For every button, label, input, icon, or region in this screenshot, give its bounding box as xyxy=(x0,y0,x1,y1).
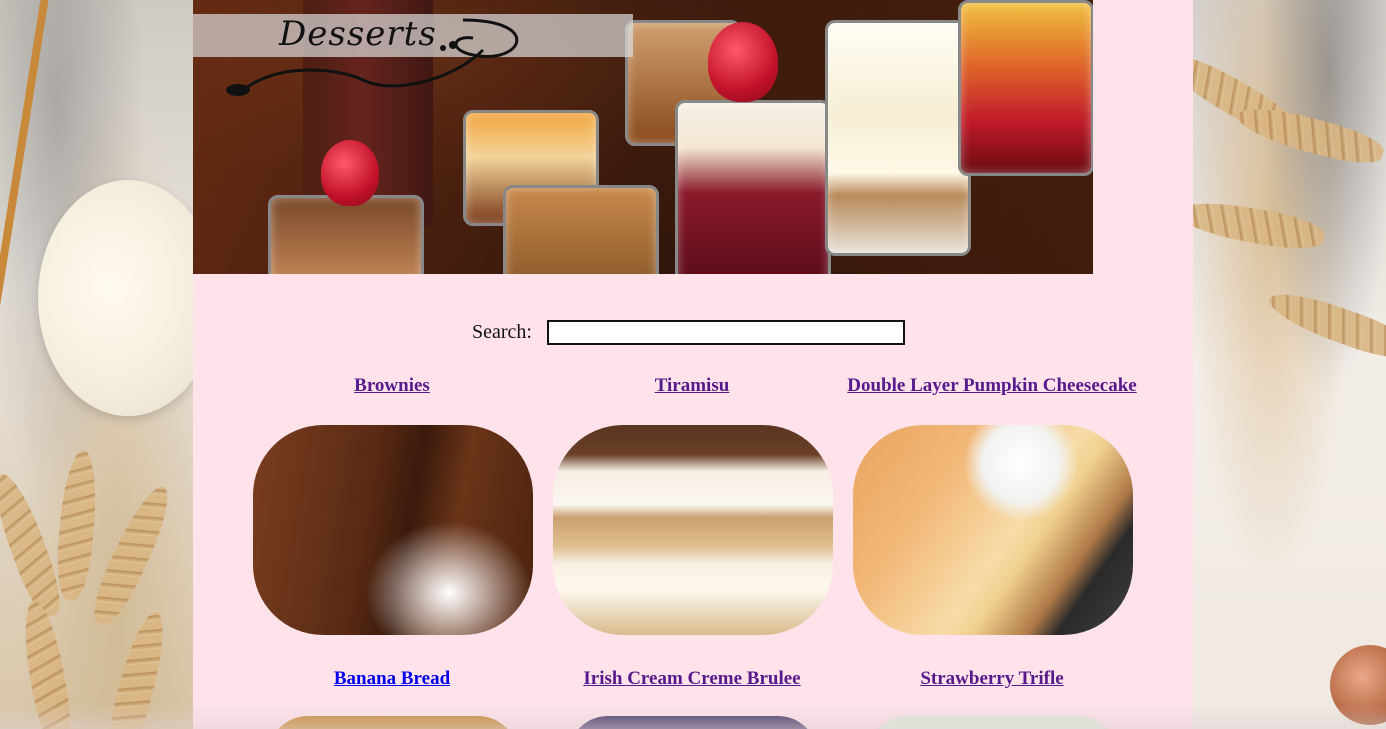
dessert-cup-graphic xyxy=(675,100,831,274)
brownies-image[interactable] xyxy=(253,425,533,635)
dessert-cup-graphic xyxy=(268,195,424,274)
dessert-cup-graphic xyxy=(825,20,971,256)
background-right-flour-wheat xyxy=(1193,0,1386,729)
dessert-link-tiramisu[interactable]: Tiramisu xyxy=(542,375,842,397)
dessert-cup-graphic xyxy=(958,0,1093,176)
search-label: Search: xyxy=(472,320,532,343)
wheat-decoration xyxy=(1233,99,1386,171)
search-input[interactable] xyxy=(546,319,905,345)
strawberry-trifle-image[interactable] xyxy=(868,716,1118,729)
background-left-flour-wheat xyxy=(0,0,193,729)
dessert-link-pumpkin-cheesecake[interactable]: Double Layer Pumpkin Cheesecake xyxy=(842,375,1142,397)
wheat-decoration xyxy=(1193,195,1327,255)
wheat-decoration xyxy=(84,479,180,631)
page-title: Desserts xyxy=(279,14,437,54)
creme-brulee-image[interactable] xyxy=(568,716,818,729)
dessert-link-creme-brulee[interactable]: Irish Cream Creme Brulee xyxy=(542,668,842,690)
search-row: Search: xyxy=(472,318,905,346)
header-banner: Desserts xyxy=(193,0,1093,274)
wheat-decoration xyxy=(101,608,173,729)
egg-decoration xyxy=(38,180,193,416)
dessert-link-brownies[interactable]: Brownies xyxy=(242,375,542,397)
dessert-link-banana-bread[interactable]: Banana Bread xyxy=(242,668,542,690)
tiramisu-image[interactable] xyxy=(553,425,833,635)
raspberry-graphic xyxy=(708,22,778,102)
raspberry-graphic xyxy=(321,140,379,206)
wheat-decoration xyxy=(1263,283,1386,367)
banana-bread-image[interactable] xyxy=(268,716,518,729)
main-content: Desserts Search: Brownies Tiramisu Doubl… xyxy=(193,0,1193,729)
wheat-decoration xyxy=(17,598,77,729)
dessert-link-strawberry-trifle[interactable]: Strawberry Trifle xyxy=(842,668,1142,690)
dessert-cup-graphic xyxy=(503,185,659,274)
wheat-decoration xyxy=(53,448,101,602)
pumpkin-cheesecake-image[interactable] xyxy=(853,425,1133,635)
